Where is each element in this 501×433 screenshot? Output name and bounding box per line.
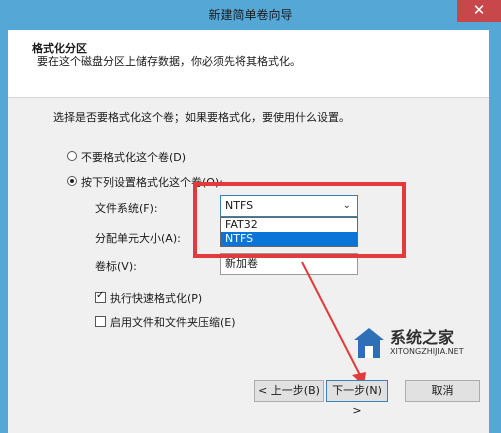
watermark-logo: 系统之家 XITONGZHIJIA.NET — [352, 322, 497, 367]
watermark-url: XITONGZHIJIA.NET — [390, 347, 464, 356]
annotation-arrow — [301, 261, 366, 386]
next-button[interactable]: 下一步(N) > — [326, 380, 388, 417]
house-icon — [354, 328, 384, 358]
back-button[interactable]: < 上一步(B) — [254, 380, 324, 402]
cancel-button[interactable]: 取消 — [405, 380, 480, 402]
watermark-name: 系统之家 — [390, 328, 455, 347]
